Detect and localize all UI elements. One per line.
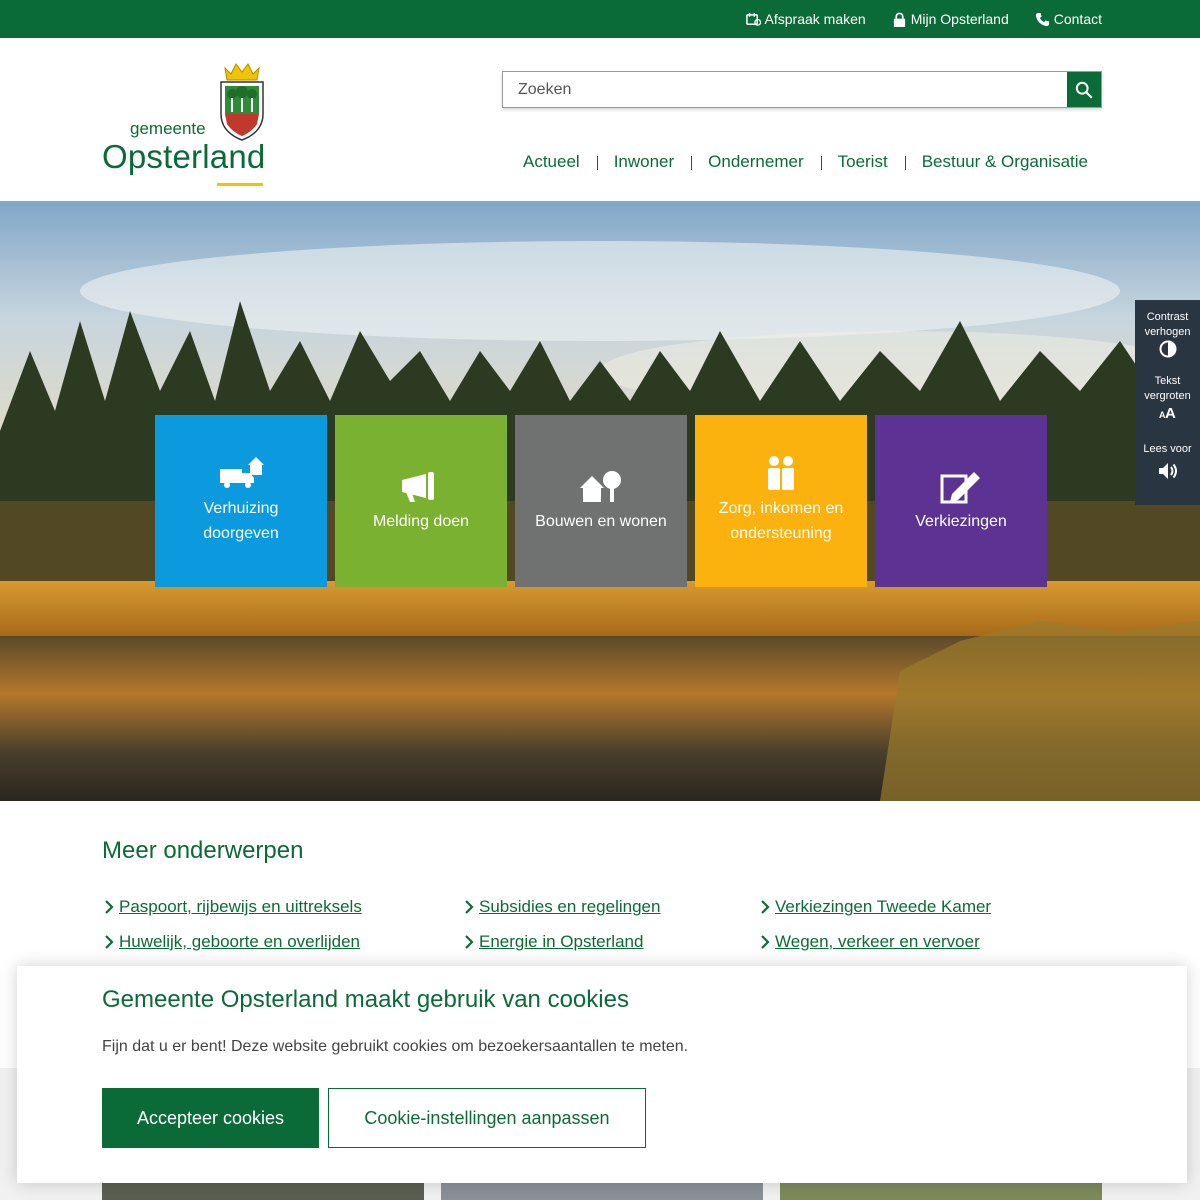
header: gemeente Opsterland Actueel Inwoner Onde… bbox=[0, 38, 1200, 201]
tile-zorg[interactable]: Zorg, inkomen en ondersteuning bbox=[695, 415, 867, 587]
logo-underline bbox=[217, 183, 263, 186]
link-huwelijk[interactable]: Huwelijk, geboorte en overlijden bbox=[102, 932, 360, 952]
speaker-icon bbox=[1158, 463, 1177, 479]
quick-task-tiles: Verhuizing doorgeven Melding doen Bouwen… bbox=[155, 415, 1047, 587]
people-icon bbox=[768, 456, 794, 491]
accessibility-toolbar: Contrast verhogen Tekst vergroten AA Lee… bbox=[1135, 300, 1200, 505]
read-aloud-button[interactable]: Lees voor bbox=[1143, 442, 1192, 481]
contact-link[interactable]: Contact bbox=[1035, 11, 1102, 27]
nav-ondernemer[interactable]: Ondernemer bbox=[691, 152, 820, 172]
text-size-icon: AA bbox=[1159, 405, 1176, 420]
calendar-icon bbox=[745, 12, 761, 26]
house-tree-icon bbox=[580, 470, 621, 502]
svg-text:A: A bbox=[1165, 405, 1176, 420]
cookie-title: Gemeente Opsterland maakt gebruik van co… bbox=[102, 986, 629, 1013]
chevron-right-icon bbox=[465, 935, 474, 949]
tile-melding[interactable]: Melding doen bbox=[335, 415, 507, 587]
appointment-label: Afspraak maken bbox=[764, 11, 866, 27]
search-button[interactable] bbox=[1067, 72, 1101, 107]
chevron-right-icon bbox=[105, 935, 114, 949]
cookie-text: Fijn dat u er bent! Deze website gebruik… bbox=[102, 1038, 689, 1055]
chevron-right-icon bbox=[761, 900, 770, 914]
pencil-ballot-icon bbox=[940, 471, 980, 504]
nav-actueel[interactable]: Actueel bbox=[506, 152, 597, 172]
coat-of-arms-icon bbox=[220, 63, 264, 141]
tile-zorg-label: Zorg, inkomen en ondersteuning bbox=[718, 500, 844, 542]
search-bar bbox=[502, 71, 1102, 108]
read-aloud-label: Lees voor bbox=[1143, 443, 1192, 455]
search-input[interactable] bbox=[503, 72, 1069, 107]
tile-bouwen-label: Bouwen en wonen bbox=[535, 512, 667, 530]
link-subsidies[interactable]: Subsidies en regelingen bbox=[462, 897, 660, 917]
contrast-button[interactable]: Contrast verhogen bbox=[1143, 310, 1193, 358]
link-verkiezingen-label: Verkiezingen Tweede Kamer bbox=[775, 897, 992, 916]
link-verkiezingen-tweede-kamer[interactable]: Verkiezingen Tweede Kamer bbox=[758, 897, 991, 917]
news-thumbnail[interactable] bbox=[102, 1183, 424, 1200]
contact-label: Contact bbox=[1053, 11, 1102, 27]
link-huwelijk-label: Huwelijk, geboorte en overlijden bbox=[119, 932, 360, 951]
logo-text-small: gemeente bbox=[130, 119, 206, 138]
link-energie-label: Energie in Opsterland bbox=[479, 932, 644, 951]
section-title-meer-onderwerpen: Meer onderwerpen bbox=[102, 837, 304, 864]
hero-banner: Verhuizing doorgeven Melding doen Bouwen… bbox=[0, 201, 1200, 801]
link-subsidies-label: Subsidies en regelingen bbox=[479, 897, 661, 916]
tile-verhuizing[interactable]: Verhuizing doorgeven bbox=[155, 415, 327, 587]
cookie-settings-button[interactable]: Cookie-instellingen aanpassen bbox=[328, 1088, 646, 1148]
cookie-banner: Gemeente Opsterland maakt gebruik van co… bbox=[17, 966, 1187, 1183]
nav-toerist[interactable]: Toerist bbox=[820, 152, 905, 172]
main-nav: Actueel Inwoner Ondernemer Toerist Bestu… bbox=[506, 152, 1088, 172]
top-bar: Afspraak maken Mijn Opsterland Contact bbox=[0, 0, 1200, 38]
megaphone-icon bbox=[402, 471, 434, 502]
link-energie[interactable]: Energie in Opsterland bbox=[462, 932, 643, 952]
phone-icon bbox=[1035, 12, 1049, 26]
chevron-right-icon bbox=[465, 900, 474, 914]
chevron-right-icon bbox=[105, 900, 114, 914]
text-size-button[interactable]: Tekst vergroten AA bbox=[1141, 374, 1195, 420]
news-thumbnail[interactable] bbox=[780, 1183, 1102, 1200]
lock-icon bbox=[893, 12, 905, 27]
appointment-link[interactable]: Afspraak maken bbox=[745, 11, 866, 27]
accept-cookies-button[interactable]: Accepteer cookies bbox=[102, 1088, 319, 1148]
chevron-right-icon bbox=[761, 935, 770, 949]
logo-text-big: Opsterland bbox=[102, 138, 266, 175]
tile-bouwen[interactable]: Bouwen en wonen bbox=[515, 415, 687, 587]
mijn-opsterland-link[interactable]: Mijn Opsterland bbox=[892, 11, 1009, 27]
link-wegen-label: Wegen, verkeer en vervoer bbox=[775, 932, 980, 951]
link-paspoort-label: Paspoort, rijbewijs en uittreksels bbox=[119, 897, 362, 916]
top-links: Afspraak maken Mijn Opsterland Contact bbox=[745, 0, 1102, 38]
link-wegen[interactable]: Wegen, verkeer en vervoer bbox=[758, 932, 980, 952]
contrast-icon bbox=[1159, 340, 1176, 358]
mijn-opsterland-label: Mijn Opsterland bbox=[910, 11, 1009, 27]
tile-melding-label: Melding doen bbox=[372, 512, 470, 530]
site-logo[interactable]: gemeente Opsterland bbox=[102, 62, 274, 188]
tile-verkiezingen[interactable]: Verkiezingen bbox=[875, 415, 1047, 587]
contrast-label: Contrast verhogen bbox=[1144, 311, 1191, 338]
text-size-label: Tekst vergroten bbox=[1144, 375, 1191, 402]
tile-verhuizing-label: Verhuizing doorgeven bbox=[203, 500, 279, 542]
news-thumbnail[interactable] bbox=[441, 1183, 763, 1200]
link-paspoort[interactable]: Paspoort, rijbewijs en uittreksels bbox=[102, 897, 362, 917]
nav-bestuur[interactable]: Bestuur & Organisatie bbox=[904, 152, 1088, 172]
tile-verkiezingen-label: Verkiezingen bbox=[915, 512, 1007, 530]
search-icon bbox=[1075, 81, 1093, 98]
nav-inwoner[interactable]: Inwoner bbox=[596, 152, 691, 172]
moving-truck-icon bbox=[220, 457, 264, 489]
